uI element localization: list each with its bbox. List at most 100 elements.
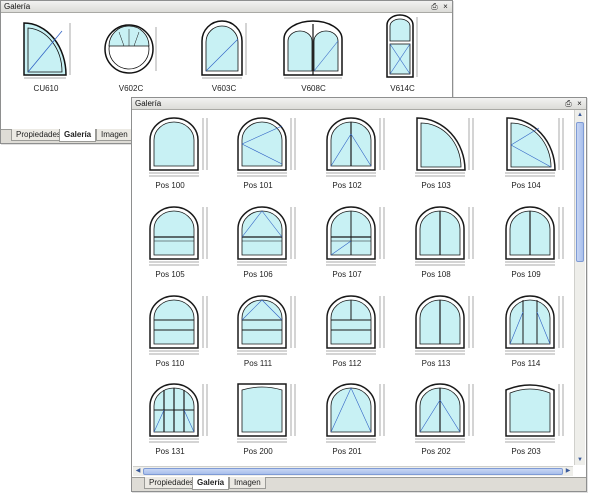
item-label: Pos 108: [421, 270, 451, 279]
item-label: Pos 105: [155, 270, 185, 279]
gallery-grid: Pos 100 Pos 101 Pos 102 Pos 103 Pos 104 Pos 1…: [133, 110, 573, 465]
item-label: Pos 202: [421, 447, 451, 456]
pin-icon[interactable]: ⎙: [564, 99, 573, 108]
gallery-item[interactable]: Pos 102: [320, 114, 390, 194]
item-label: Pos 106: [243, 270, 273, 279]
window-thumbnail: [499, 203, 569, 269]
tab-galeria[interactable]: Galería: [59, 129, 97, 142]
gallery-item[interactable]: Pos 111: [231, 292, 301, 372]
tab-galeria[interactable]: Galería: [192, 477, 230, 490]
window-thumbnail: [143, 380, 213, 446]
gallery-item[interactable]: Pos 103: [409, 114, 479, 194]
scroll-right-icon[interactable]: ▶: [563, 467, 573, 476]
tab-propiedades[interactable]: Propiedades: [11, 129, 66, 141]
window-thumbnail: [320, 380, 390, 446]
item-label: Pos 131: [155, 447, 185, 456]
window-thumbnail: [499, 292, 569, 358]
close-icon[interactable]: ×: [575, 99, 584, 108]
scrollbar-thumb[interactable]: [576, 122, 584, 262]
gallery-item[interactable]: Pos 108: [409, 203, 479, 283]
window-thumbnail: [21, 21, 71, 79]
tab-imagen[interactable]: Imagen: [96, 129, 133, 141]
scroll-up-icon[interactable]: ▲: [575, 110, 585, 120]
panel-title: Galería: [135, 99, 162, 108]
item-label: Pos 107: [332, 270, 362, 279]
item-label: Pos 110: [155, 359, 185, 368]
item-label: Pos 113: [421, 359, 451, 368]
item-label: Pos 203: [511, 447, 541, 456]
window-thumbnail: [231, 292, 301, 358]
title-bar[interactable]: Galería ⎙ ×: [1, 1, 452, 13]
item-label: Pos 109: [511, 270, 541, 279]
window-thumbnail: [320, 114, 390, 180]
gallery-item[interactable]: Pos 112: [320, 292, 390, 372]
item-label: Pos 111: [243, 359, 273, 368]
scrollbar-thumb[interactable]: [143, 468, 563, 475]
gallery-item[interactable]: Pos 201: [320, 380, 390, 460]
gallery-item[interactable]: Pos 202: [409, 380, 479, 460]
tab-imagen[interactable]: Imagen: [229, 477, 266, 489]
item-label: V603C: [211, 84, 237, 93]
item-label: Pos 100: [155, 181, 185, 190]
gallery-item[interactable]: Pos 203: [499, 380, 569, 460]
gallery-item[interactable]: Pos 109: [499, 203, 569, 283]
tab-propiedades[interactable]: Propiedades: [144, 477, 199, 489]
gallery-item-cu610[interactable]: CU610: [16, 19, 76, 94]
window-thumbnail: [231, 380, 301, 446]
gallery-item-v602c[interactable]: V602C: [101, 19, 161, 94]
gallery-item-v608c[interactable]: V608C: [281, 19, 346, 94]
gallery-item[interactable]: Pos 100: [143, 114, 213, 194]
item-label: Pos 201: [332, 447, 362, 456]
window-thumbnail: [143, 292, 213, 358]
panel-title: Galería: [4, 2, 31, 11]
item-label: Pos 103: [421, 181, 451, 190]
tab-bar: Propiedades Galería Imagen: [132, 477, 586, 491]
item-label: Pos 104: [511, 181, 541, 190]
gallery-item[interactable]: Pos 110: [143, 292, 213, 372]
item-label: Pos 200: [243, 447, 273, 456]
gallery-item[interactable]: Pos 107: [320, 203, 390, 283]
gallery-item[interactable]: Pos 113: [409, 292, 479, 372]
horizontal-scrollbar[interactable]: ◀ ▶: [133, 466, 573, 476]
window-thumbnail: [201, 20, 247, 79]
window-thumbnail: [499, 114, 569, 180]
scroll-down-icon[interactable]: ▼: [575, 455, 585, 465]
gallery-item[interactable]: Pos 131: [143, 380, 213, 460]
scroll-left-icon[interactable]: ◀: [133, 467, 143, 476]
item-label: Pos 112: [332, 359, 362, 368]
gallery-item[interactable]: Pos 105: [143, 203, 213, 283]
item-label: V608C: [301, 84, 326, 93]
window-thumbnail: [499, 380, 569, 446]
gallery-item[interactable]: Pos 114: [499, 292, 569, 372]
item-label: V602C: [118, 84, 144, 93]
window-thumbnail: [409, 292, 479, 358]
window-thumbnail: [143, 114, 213, 180]
window-thumbnail: [143, 203, 213, 269]
window-thumbnail: [231, 114, 301, 180]
gallery-item-v603c[interactable]: V603C: [194, 19, 254, 94]
gallery-item[interactable]: Pos 200: [231, 380, 301, 460]
item-label: Pos 101: [243, 181, 273, 190]
title-bar[interactable]: Galería ⎙ ×: [132, 98, 586, 110]
window-thumbnail: [320, 292, 390, 358]
item-label: Pos 102: [332, 181, 362, 190]
pin-icon[interactable]: ⎙: [430, 2, 439, 11]
gallery-item[interactable]: Pos 101: [231, 114, 301, 194]
item-label: CU610: [33, 84, 59, 93]
gallery-item[interactable]: Pos 104: [499, 114, 569, 194]
item-label: Pos 114: [511, 359, 541, 368]
window-thumbnail: [386, 14, 418, 78]
gallery-item[interactable]: Pos 106: [231, 203, 301, 283]
gallery-panel-front: Galería ⎙ × Pos 100 Pos 101 Pos 102 Pos 103…: [131, 97, 587, 492]
item-label: V614C: [390, 84, 415, 93]
window-thumbnail: [320, 203, 390, 269]
window-thumbnail: [283, 20, 343, 79]
window-thumbnail: [409, 380, 479, 446]
vertical-scrollbar[interactable]: ▲ ▼: [574, 110, 585, 465]
window-thumbnail: [104, 24, 157, 74]
close-icon[interactable]: ×: [441, 2, 450, 11]
window-thumbnail: [409, 114, 479, 180]
window-thumbnail: [231, 203, 301, 269]
window-thumbnail: [409, 203, 479, 269]
gallery-item-v614c[interactable]: V614C: [375, 13, 430, 94]
